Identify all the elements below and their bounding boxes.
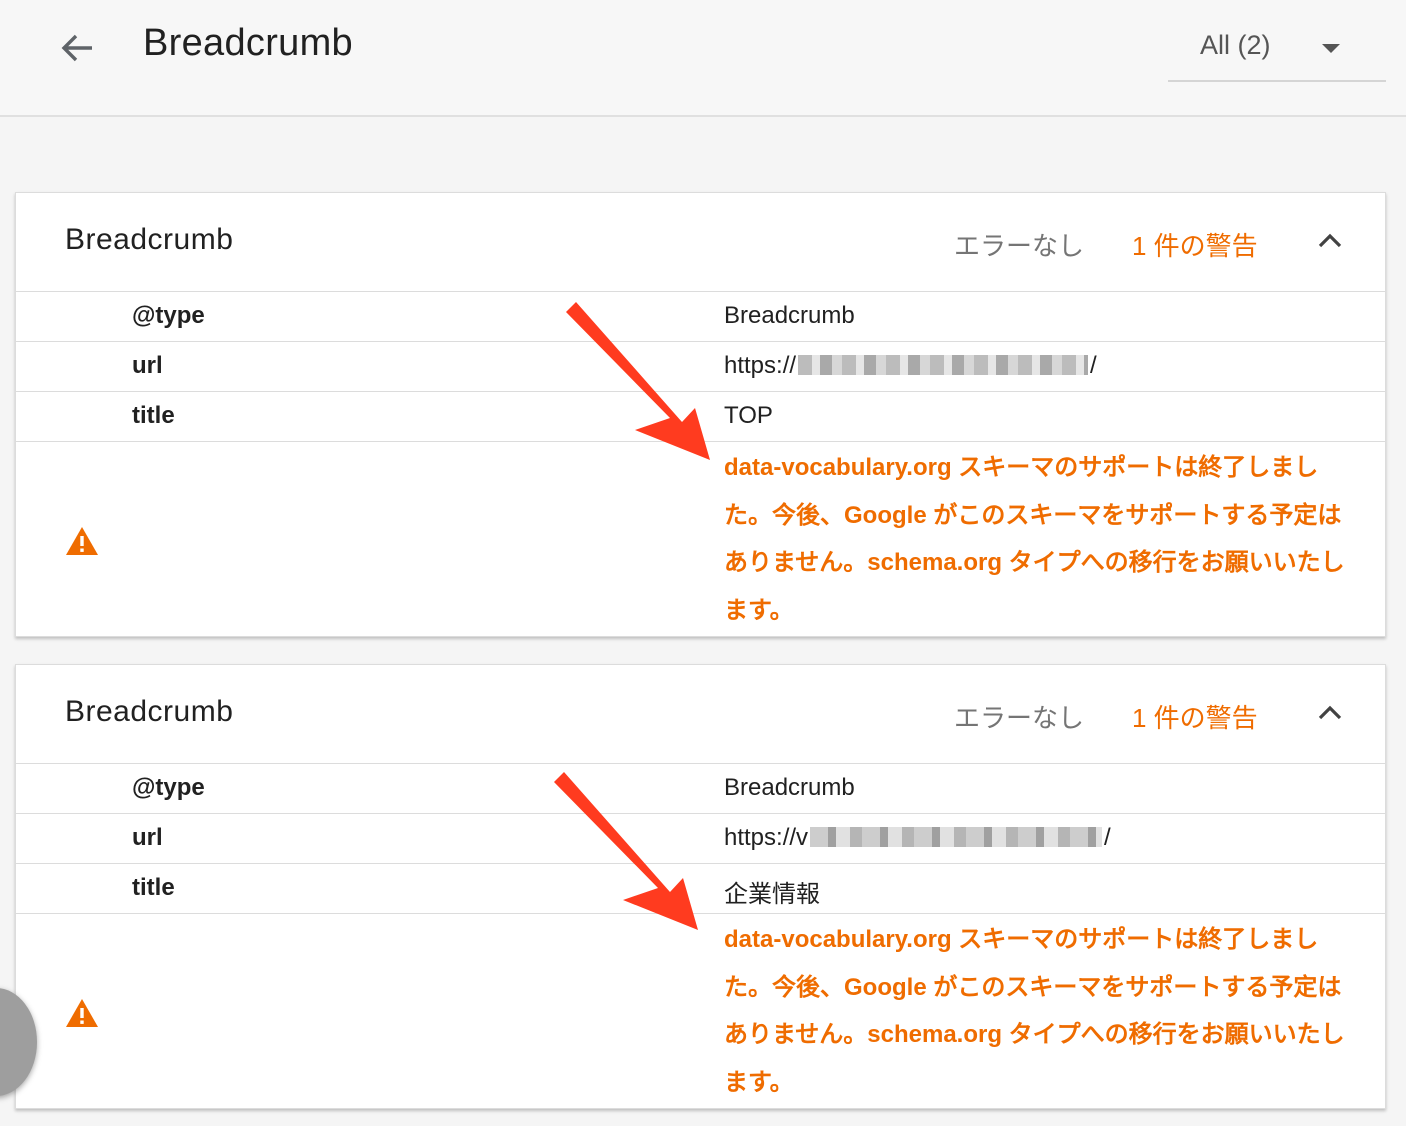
property-key: title bbox=[132, 402, 175, 429]
property-value: 企業情報 bbox=[724, 881, 820, 908]
url-prefix: https:// bbox=[724, 352, 797, 379]
back-arrow-icon[interactable] bbox=[56, 26, 100, 70]
warning-triangle-icon bbox=[65, 526, 99, 556]
annotation-arrow-icon bbox=[554, 772, 698, 930]
obscured-url bbox=[798, 355, 1089, 375]
error-status: エラーなし bbox=[954, 703, 1085, 733]
property-value: Breadcrumb bbox=[724, 774, 855, 801]
property-key: title bbox=[132, 874, 175, 901]
warning-count: 1 件の警告 bbox=[1132, 231, 1258, 261]
page-title: Breadcrumb bbox=[143, 22, 353, 64]
obscured-url bbox=[810, 827, 1103, 847]
property-key: @type bbox=[132, 302, 205, 329]
url-prefix: https://v bbox=[724, 824, 809, 851]
url-suffix: / bbox=[1090, 352, 1097, 379]
warning-triangle-icon bbox=[65, 998, 99, 1028]
annotation-arrow-icon bbox=[566, 302, 710, 460]
chevron-up-icon[interactable] bbox=[1312, 695, 1348, 731]
property-value: Breadcrumb bbox=[724, 302, 855, 329]
filter-dropdown[interactable]: All (2) bbox=[1168, 14, 1386, 82]
error-status: エラーなし bbox=[954, 231, 1085, 261]
card-header: Breadcrumb エラーなし 1 件の警告 bbox=[16, 193, 1385, 292]
filter-selected-value: All (2) bbox=[1200, 30, 1271, 60]
card-title: Breadcrumb bbox=[65, 223, 234, 256]
warning-row: data-vocabulary.org スキーマのサポートは終了しました。今後、… bbox=[16, 914, 1385, 1108]
top-bar: Breadcrumb All (2) bbox=[0, 0, 1406, 117]
property-key: @type bbox=[132, 774, 205, 801]
property-key: url bbox=[132, 352, 163, 379]
url-suffix: / bbox=[1104, 824, 1111, 851]
card-header: Breadcrumb エラーなし 1 件の警告 bbox=[16, 665, 1385, 764]
property-value-url: https:// / bbox=[724, 352, 1097, 380]
property-value-url: https://v / bbox=[724, 824, 1111, 852]
warning-count: 1 件の警告 bbox=[1132, 703, 1258, 733]
property-key: url bbox=[132, 824, 163, 851]
card-title: Breadcrumb bbox=[65, 695, 234, 728]
warning-message: data-vocabulary.org スキーマのサポートは終了しました。今後、… bbox=[724, 926, 1345, 1096]
warning-message: data-vocabulary.org スキーマのサポートは終了しました。今後、… bbox=[724, 454, 1345, 624]
chevron-down-icon bbox=[1322, 44, 1340, 53]
warning-row: data-vocabulary.org スキーマのサポートは終了しました。今後、… bbox=[16, 442, 1385, 636]
chevron-up-icon[interactable] bbox=[1312, 223, 1348, 259]
property-value: TOP bbox=[724, 402, 773, 429]
